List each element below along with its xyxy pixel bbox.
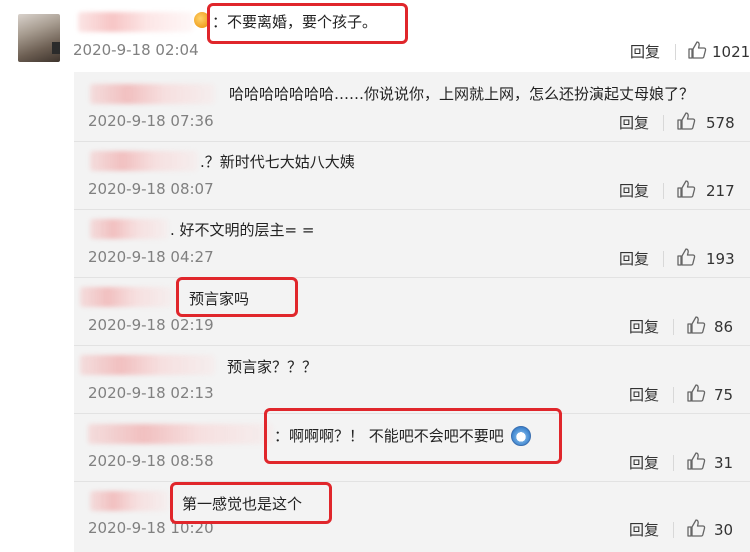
main-comment: ：不要离婚，要个孩子。 2020-9-18 02:04 回复 1021 <box>0 0 750 72</box>
reply-button[interactable]: 回复 <box>629 317 659 337</box>
thumb-up-icon[interactable] <box>686 315 706 335</box>
separator <box>663 115 664 131</box>
highlight-box <box>170 482 332 524</box>
highlight-box <box>176 277 298 317</box>
reply-time: 2020-9-18 08:58 <box>88 452 214 470</box>
reply-text: 预言家？？？ <box>227 358 318 376</box>
like-count: 86 <box>714 318 734 336</box>
username-blurred[interactable] <box>90 491 168 511</box>
reply-button[interactable]: 回复 <box>629 453 659 473</box>
thumb-up-icon[interactable] <box>676 179 696 199</box>
separator <box>673 319 674 335</box>
avatar[interactable] <box>18 14 60 62</box>
reply-time: 2020-9-18 04:27 <box>88 248 214 266</box>
divider <box>74 209 750 210</box>
thumb-up-icon[interactable] <box>676 111 696 131</box>
username-blurred[interactable] <box>80 355 215 375</box>
reply-button[interactable]: 回复 <box>629 385 659 405</box>
separator <box>663 183 664 199</box>
divider <box>74 277 750 278</box>
like-count: 193 <box>706 250 735 268</box>
username-blurred[interactable] <box>78 12 193 32</box>
reply-button[interactable]: 回复 <box>619 113 649 133</box>
reply-button[interactable]: 回复 <box>619 249 649 269</box>
separator <box>673 387 674 403</box>
like-count: 30 <box>714 521 734 539</box>
divider <box>74 345 750 346</box>
thumb-up-icon[interactable] <box>686 518 706 538</box>
divider <box>74 141 750 142</box>
separator <box>675 44 676 60</box>
thumb-up-icon[interactable] <box>687 40 707 60</box>
reply-text: .？新时代七大姑八大姨 <box>200 153 355 171</box>
reply-button[interactable]: 回复 <box>629 520 659 540</box>
thumb-up-icon[interactable] <box>686 451 706 471</box>
reply-text: . 好不文明的层主= = <box>170 221 315 239</box>
main-like-count: 1021 <box>712 43 750 61</box>
separator <box>673 522 674 538</box>
separator <box>663 251 664 267</box>
username-blurred[interactable] <box>88 424 273 444</box>
reply-time: 2020-9-18 02:19 <box>88 316 214 334</box>
highlight-box <box>264 408 562 464</box>
main-comment-time: 2020-9-18 02:04 <box>73 41 199 59</box>
reply-text: 哈哈哈哈哈哈哈……你说说你，上网就上网，怎么还扮演起丈母娘了？ <box>229 85 695 103</box>
username-blurred[interactable] <box>90 151 198 171</box>
like-count: 31 <box>714 454 734 472</box>
like-count: 217 <box>706 182 735 200</box>
thumb-up-icon[interactable] <box>676 247 696 267</box>
like-count: 75 <box>714 386 734 404</box>
like-count: 578 <box>706 114 735 132</box>
username-blurred[interactable] <box>80 287 172 307</box>
reply-time: 2020-9-18 07:36 <box>88 112 214 130</box>
username-blurred[interactable] <box>90 84 215 104</box>
thumb-up-icon[interactable] <box>686 383 706 403</box>
verified-badge-icon <box>52 42 60 54</box>
main-reply-button[interactable]: 回复 <box>630 42 660 62</box>
separator <box>673 455 674 471</box>
reply-time: 2020-9-18 02:13 <box>88 384 214 402</box>
highlight-box <box>207 3 408 44</box>
username-blurred[interactable] <box>90 219 168 239</box>
reply-time: 2020-9-18 08:07 <box>88 180 214 198</box>
reply-button[interactable]: 回复 <box>619 181 649 201</box>
